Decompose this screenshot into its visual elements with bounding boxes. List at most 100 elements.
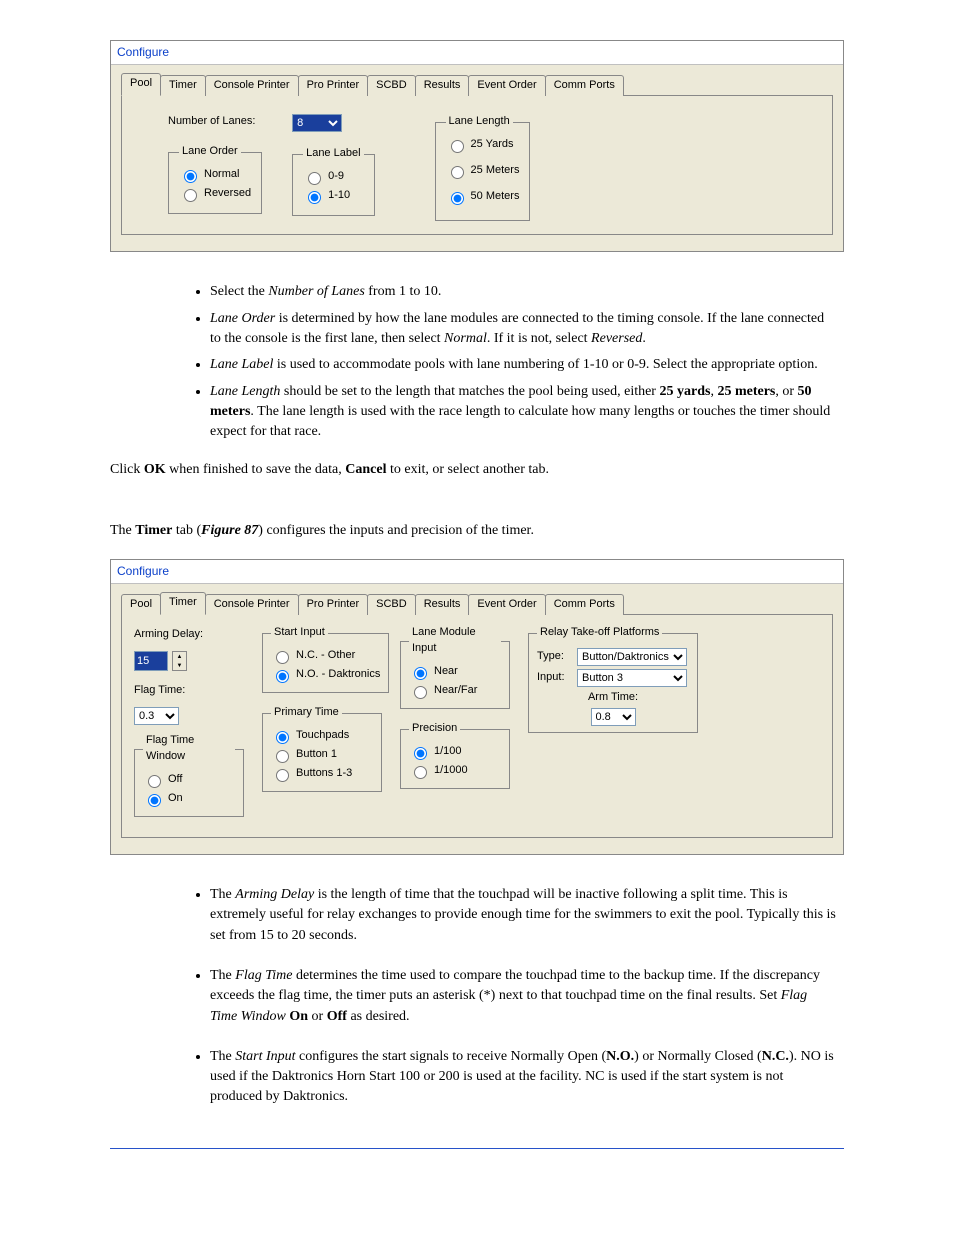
primary-time-button1-radio[interactable] <box>276 750 289 763</box>
relay-arm-time-label: Arm Time: <box>537 690 689 706</box>
arming-delay-input[interactable] <box>134 651 168 671</box>
tab-pro-printer[interactable]: Pro Printer <box>298 594 369 615</box>
lane-length-legend: Lane Length <box>446 114 513 130</box>
tab-pool[interactable]: Pool <box>121 73 161 96</box>
tab-comm-ports[interactable]: Comm Ports <box>545 594 624 615</box>
relay-input-label: Input: <box>537 670 573 686</box>
flag-time-window-on-label: On <box>168 791 183 807</box>
lane-length-25-yards-radio[interactable] <box>451 140 464 153</box>
tab-timer[interactable]: Timer <box>160 75 206 96</box>
start-input-group: Start Input N.C. - Other N.O. - Daktroni… <box>262 625 389 693</box>
arming-delay-label: Arming Delay: <box>134 627 244 643</box>
relay-type-combo[interactable]: Button/Daktronics <box>577 648 687 666</box>
lane-length-group: Lane Length 25 Yards 25 Meters 50 Meters <box>435 114 531 221</box>
flag-time-window-off-label: Off <box>168 772 182 788</box>
precision-group: Precision 1/100 1/1000 <box>400 721 510 789</box>
page-footer-rule <box>110 1148 844 1149</box>
primary-time-touchpads-label: Touchpads <box>296 728 349 744</box>
tab-page-timer: Arming Delay: ▲▼ Flag Time: 0.3 Flag Tim… <box>121 614 833 838</box>
spin-up-icon[interactable]: ▲ <box>173 652 186 661</box>
lane-order-group: Lane Order Normal Reversed <box>168 144 262 214</box>
primary-time-legend: Primary Time <box>271 705 342 721</box>
lane-label-1-10-radio[interactable] <box>308 191 321 204</box>
list-item: Lane Order is determined by how the lane… <box>210 309 836 350</box>
list-item: Select the Number of Lanes from 1 to 10. <box>210 282 836 302</box>
tab-event-order[interactable]: Event Order <box>468 594 545 615</box>
primary-time-buttons13-radio[interactable] <box>276 769 289 782</box>
primary-time-touchpads-radio[interactable] <box>276 731 289 744</box>
lane-order-reversed-label: Reversed <box>204 186 251 202</box>
tab-results[interactable]: Results <box>415 594 470 615</box>
precision-1000-radio[interactable] <box>414 766 427 779</box>
number-of-lanes-combo[interactable]: 8 <box>292 114 342 132</box>
list-item: The Arming Delay is the length of time t… <box>210 885 836 946</box>
lane-label-0-9-radio[interactable] <box>308 172 321 185</box>
tab-console-printer[interactable]: Console Printer <box>205 594 299 615</box>
start-input-no-label: N.O. - Daktronics <box>296 667 380 683</box>
lane-order-normal-label: Normal <box>204 167 239 183</box>
lane-length-50-meters-label: 50 Meters <box>471 189 520 205</box>
timer-tab-description: The Arming Delay is the length of time t… <box>150 885 836 1108</box>
list-item: Lane Length should be set to the length … <box>210 382 836 443</box>
flag-time-window-legend: Flag Time Window <box>143 733 235 765</box>
lane-order-reversed-radio[interactable] <box>184 189 197 202</box>
timer-tab-bullets: The Arming Delay is the length of time t… <box>210 885 836 1108</box>
configure-dialog-timer: Configure Pool Timer Console Printer Pro… <box>110 559 844 855</box>
flag-time-combo[interactable]: 0.3 <box>134 707 179 725</box>
tab-scbd[interactable]: SCBD <box>367 75 416 96</box>
lane-module-input-nearfar-radio[interactable] <box>414 686 427 699</box>
list-item: The Start Input configures the start sig… <box>210 1047 836 1108</box>
lane-module-input-near-radio[interactable] <box>414 667 427 680</box>
dialog-title: Configure <box>111 41 843 65</box>
dialog-title: Configure <box>111 560 843 584</box>
flag-time-label: Flag Time: <box>134 683 244 699</box>
precision-1000-label: 1/1000 <box>434 763 468 779</box>
precision-100-label: 1/100 <box>434 744 462 760</box>
relay-platforms-legend: Relay Take-off Platforms <box>537 625 662 641</box>
lane-length-50-meters-radio[interactable] <box>451 192 464 205</box>
flag-time-window-off-radio[interactable] <box>148 775 161 788</box>
tab-page-pool: Number of Lanes: Lane Order Normal Rever… <box>121 95 833 235</box>
tab-strip: Pool Timer Console Printer Pro Printer S… <box>121 73 833 96</box>
ok-cancel-paragraph: Click OK when finished to save the data,… <box>110 460 836 480</box>
timer-intro-paragraph: The Timer tab (Figure 87) configures the… <box>110 521 836 541</box>
relay-type-label: Type: <box>537 649 573 665</box>
primary-time-buttons13-label: Buttons 1-3 <box>296 766 352 782</box>
relay-platforms-group: Relay Take-off Platforms Type: Button/Da… <box>528 625 698 733</box>
number-of-lanes-row: Number of Lanes: <box>168 114 262 130</box>
primary-time-group: Primary Time Touchpads Button 1 Buttons … <box>262 705 382 792</box>
lane-module-input-near-label: Near <box>434 664 458 680</box>
flag-time-window-on-radio[interactable] <box>148 794 161 807</box>
start-input-no-radio[interactable] <box>276 670 289 683</box>
relay-input-combo[interactable]: Button 3 <box>577 669 687 687</box>
pool-tab-bullets: Select the Number of Lanes from 1 to 10.… <box>210 282 836 442</box>
tab-scbd[interactable]: SCBD <box>367 594 416 615</box>
start-input-nc-radio[interactable] <box>276 651 289 664</box>
relay-arm-time-combo[interactable]: 0.8 <box>591 708 636 726</box>
lane-module-input-group: Lane Module Input Near Near/Far <box>400 625 510 709</box>
lane-module-input-nearfar-label: Near/Far <box>434 683 477 699</box>
tab-pool[interactable]: Pool <box>121 594 161 615</box>
tab-timer[interactable]: Timer <box>160 592 206 615</box>
lane-order-normal-radio[interactable] <box>184 170 197 183</box>
arming-delay-spinner[interactable]: ▲▼ <box>172 651 187 671</box>
number-of-lanes-label: Number of Lanes: <box>168 114 255 130</box>
lane-length-25-meters-radio[interactable] <box>451 166 464 179</box>
tab-console-printer[interactable]: Console Printer <box>205 75 299 96</box>
configure-dialog-pool: Configure Pool Timer Console Printer Pro… <box>110 40 844 252</box>
primary-time-button1-label: Button 1 <box>296 747 337 763</box>
tab-event-order[interactable]: Event Order <box>468 75 545 96</box>
lane-label-0-9-label: 0-9 <box>328 169 344 185</box>
lane-length-25-meters-label: 25 Meters <box>471 163 520 179</box>
lane-label-legend: Lane Label <box>303 146 363 162</box>
tab-results[interactable]: Results <box>415 75 470 96</box>
spin-down-icon[interactable]: ▼ <box>173 661 186 670</box>
lane-order-legend: Lane Order <box>179 144 241 160</box>
lane-label-1-10-label: 1-10 <box>328 188 350 204</box>
tab-comm-ports[interactable]: Comm Ports <box>545 75 624 96</box>
precision-legend: Precision <box>409 721 460 737</box>
lane-length-25-yards-label: 25 Yards <box>471 137 514 153</box>
tab-pro-printer[interactable]: Pro Printer <box>298 75 369 96</box>
precision-100-radio[interactable] <box>414 747 427 760</box>
start-input-nc-label: N.C. - Other <box>296 648 355 664</box>
